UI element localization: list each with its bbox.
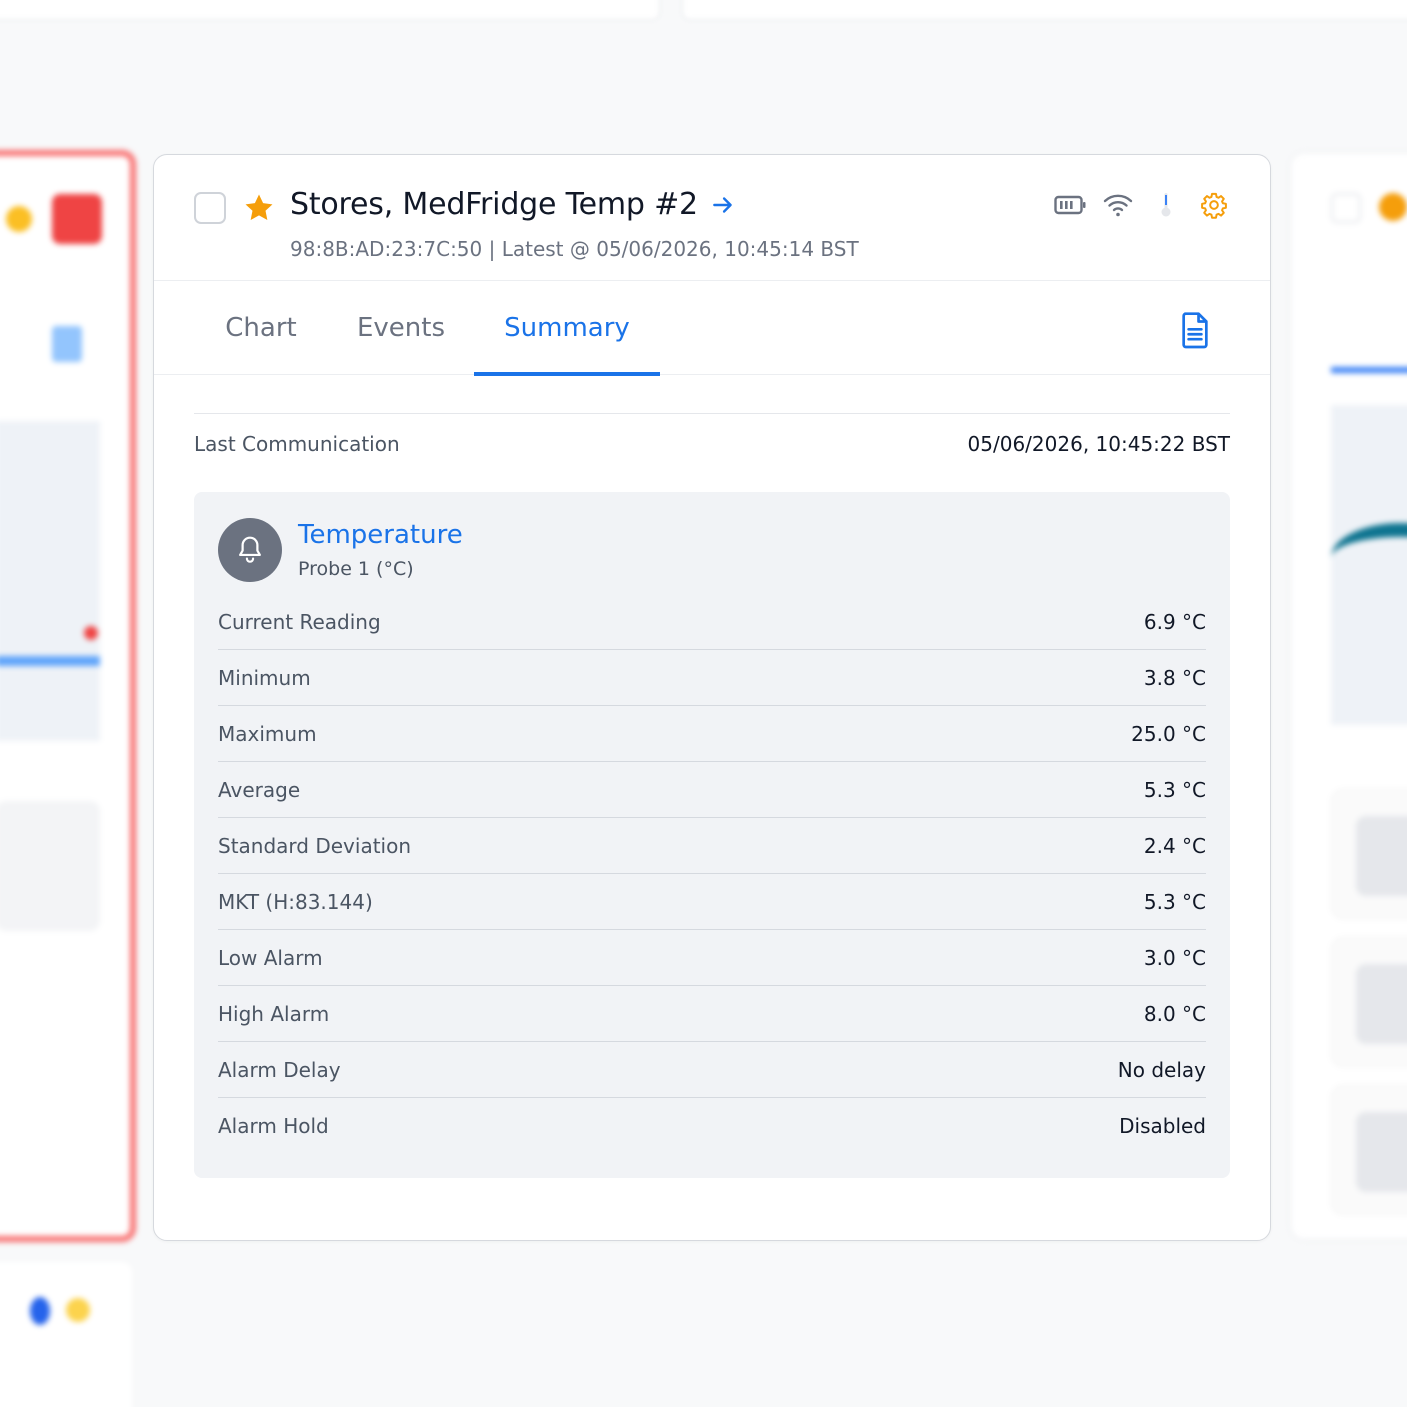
stat-label: MKT (H:83.144) <box>218 889 373 914</box>
device-title: Stores, MedFridge Temp #2 <box>290 187 698 222</box>
background-device-card-right <box>1290 152 1407 1240</box>
background-card-top-right <box>682 0 1407 20</box>
arrow-right-icon[interactable] <box>710 192 736 218</box>
stats-list: Current Reading 6.9 °C Minimum 3.8 °C Maxi… <box>218 594 1206 1154</box>
stat-label: Current Reading <box>218 609 381 634</box>
stat-value: 25.0 °C <box>1131 721 1206 746</box>
document-icon[interactable] <box>1178 311 1212 349</box>
summary-panel: Last Communication 05/06/2026, 10:45:22 … <box>154 375 1270 1178</box>
background-chart-line <box>0 656 100 666</box>
sun-icon <box>66 1298 90 1322</box>
stat-label: Alarm Hold <box>218 1114 329 1138</box>
stat-value: 8.0 °C <box>1143 1001 1206 1026</box>
background-checkbox <box>1331 193 1361 223</box>
sun-icon <box>6 206 32 232</box>
bell-icon <box>218 518 282 582</box>
star-icon[interactable] <box>242 191 276 225</box>
stat-value: 6.9 °C <box>1143 609 1206 634</box>
background-card-top-left <box>0 0 660 20</box>
background-tab-underline <box>1331 367 1407 373</box>
device-card-header: Stores, MedFridge Temp #2 98:8B:AD:23:7C… <box>154 155 1270 281</box>
stat-label: Alarm Delay <box>218 1057 341 1082</box>
stat-row-alarm-hold: Alarm Hold Disabled <box>218 1098 1206 1154</box>
stat-value: 3.8 °C <box>1143 665 1206 690</box>
alarm-icon <box>52 194 102 244</box>
status-icons <box>1054 189 1230 221</box>
stat-row-alarm-delay: Alarm Delay No delay <box>218 1042 1206 1098</box>
background-sensor-tile <box>1331 789 1407 919</box>
stat-label: High Alarm <box>218 1001 330 1026</box>
stat-row-high-alarm: High Alarm 8.0 °C <box>218 986 1206 1042</box>
last-communication-label: Last Communication <box>194 431 400 456</box>
last-communication-row: Last Communication 05/06/2026, 10:45:22 … <box>194 413 1230 473</box>
humidity-icon <box>30 1297 50 1325</box>
sensor-name[interactable]: Temperature <box>298 520 463 550</box>
gear-icon[interactable] <box>1198 189 1230 221</box>
device-subtitle: 98:8B:AD:23:7C:50 | Latest @ 05/06/2026,… <box>290 237 859 261</box>
stat-value: 5.3 °C <box>1143 889 1206 914</box>
background-sensor-tile <box>1331 937 1407 1067</box>
select-checkbox[interactable] <box>194 192 226 224</box>
stat-row-standard-deviation: Standard Deviation 2.4 °C <box>218 818 1206 874</box>
background-device-card-alarm <box>0 150 136 1242</box>
wifi-icon <box>1102 189 1134 221</box>
background-sensor-tile <box>1331 1085 1407 1215</box>
battery-icon <box>1054 189 1086 221</box>
stat-value: 3.0 °C <box>1143 945 1206 970</box>
stat-row-low-alarm: Low Alarm 3.0 °C <box>218 930 1206 986</box>
background-reading-tile <box>0 801 100 931</box>
stat-value: 2.4 °C <box>1143 833 1206 858</box>
device-card: Stores, MedFridge Temp #2 98:8B:AD:23:7C… <box>153 154 1271 1241</box>
stat-label: Low Alarm <box>218 945 323 970</box>
stat-row-minimum: Minimum 3.8 °C <box>218 650 1206 706</box>
stat-value: Disabled <box>1119 1114 1206 1138</box>
sensor-probe: Probe 1 (°C) <box>298 558 414 580</box>
background-device-card-bottom <box>0 1262 132 1407</box>
stat-label: Minimum <box>218 665 311 690</box>
stat-row-mkt: MKT (H:83.144) 5.3 °C <box>218 874 1206 930</box>
stat-label: Standard Deviation <box>218 833 412 858</box>
document-icon <box>52 326 82 362</box>
stat-row-maximum: Maximum 25.0 °C <box>218 706 1206 762</box>
stat-value: No delay <box>1117 1057 1206 1082</box>
tab-bar: Chart Events Summary <box>154 281 1270 376</box>
tab-chart[interactable]: Chart <box>225 281 296 375</box>
stat-value: 5.3 °C <box>1143 777 1206 802</box>
background-chart-alarm-point <box>84 626 98 640</box>
background-chart <box>0 421 100 741</box>
star-icon <box>1379 193 1407 221</box>
stat-label: Maximum <box>218 721 317 746</box>
tab-summary[interactable]: Summary <box>474 281 660 376</box>
stat-row-current-reading: Current Reading 6.9 °C <box>218 594 1206 650</box>
thermometer-icon <box>1150 189 1182 221</box>
stat-row-average: Average 5.3 °C <box>218 762 1206 818</box>
stat-label: Average <box>218 777 301 802</box>
last-communication-value: 05/06/2026, 10:45:22 BST <box>967 431 1230 456</box>
sensor-summary-card: Temperature Probe 1 (°C) Current Reading… <box>194 492 1230 1178</box>
sensor-header: Temperature Probe 1 (°C) <box>218 518 1206 582</box>
tab-events[interactable]: Events <box>357 281 445 375</box>
